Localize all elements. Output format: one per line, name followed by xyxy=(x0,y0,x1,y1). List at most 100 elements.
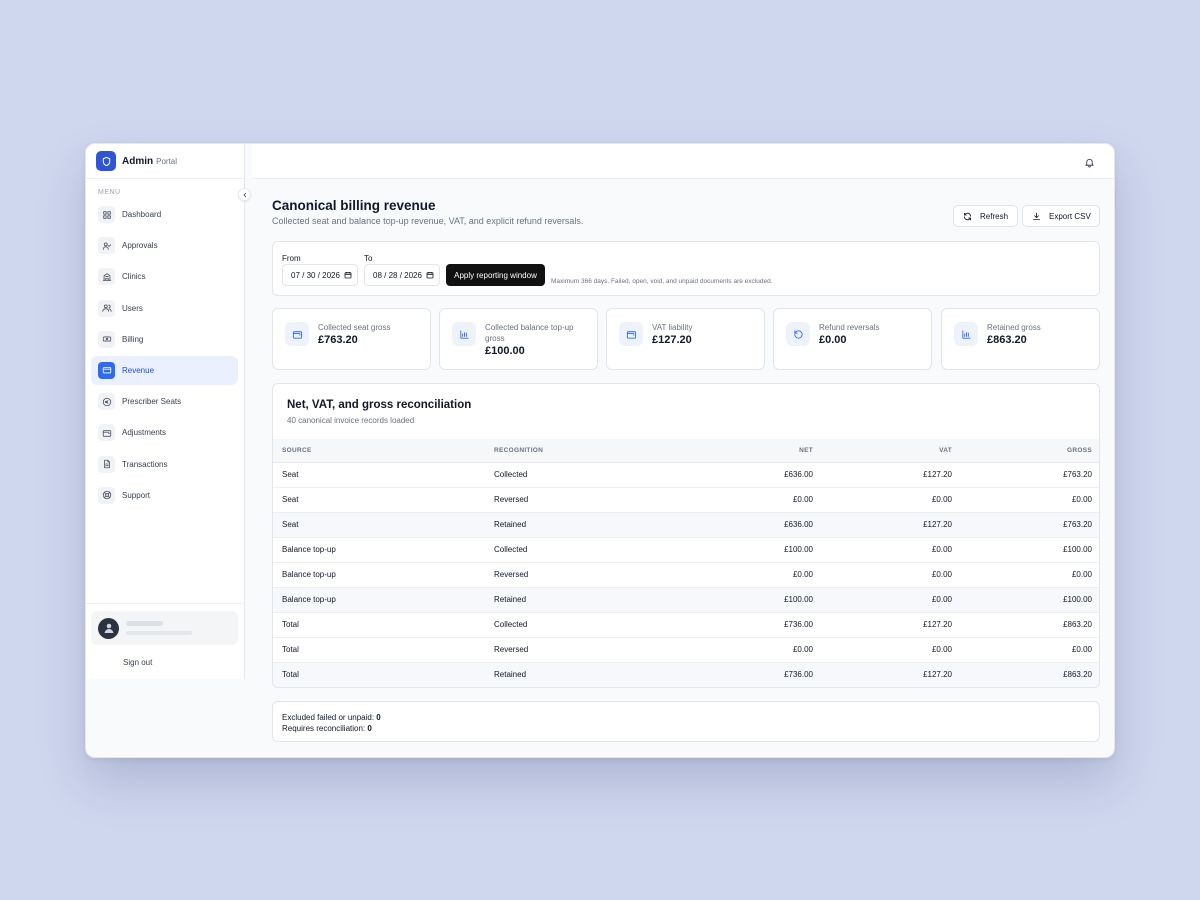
to-date-input[interactable]: 08 / 28 / 2026 xyxy=(364,264,440,286)
user-name-placeholder xyxy=(126,621,163,626)
table-header-row: SOURCE RECOGNITION NET VAT GROSS xyxy=(273,439,1099,463)
stat-value: £763.20 xyxy=(318,334,358,346)
column-header-vat: VAT xyxy=(822,439,961,463)
column-header-net: NET xyxy=(665,439,822,463)
sidebar-item-label: Adjustments xyxy=(122,428,167,438)
export-label: Export CSV xyxy=(1049,211,1091,221)
bell-icon[interactable] xyxy=(1084,155,1096,168)
stat-label: VAT liability xyxy=(652,323,693,332)
sidebar-item-clinics[interactable]: Clinics xyxy=(91,262,238,291)
table-row: Balance top-up Retained £100.00 £0.00 £100.0… xyxy=(273,587,1099,613)
cell-net: £0.00 xyxy=(665,562,822,588)
stat-label: Refund reversals xyxy=(819,323,880,332)
refresh-icon xyxy=(964,212,971,220)
calendar-icon xyxy=(344,272,352,279)
cell-recognition: Collected xyxy=(485,537,665,563)
cell-vat: £127.20 xyxy=(822,462,961,488)
dashboard-icon xyxy=(98,206,115,223)
shield-icon xyxy=(96,151,116,171)
cell-source: Seat xyxy=(273,487,485,513)
from-date-input[interactable]: 07 / 30 / 2026 xyxy=(282,264,358,286)
sidebar-divider xyxy=(86,603,245,604)
sidebar-item-billing[interactable]: Billing xyxy=(91,325,238,354)
sidebar-item-label: Support xyxy=(122,490,151,500)
table-row: Balance top-up Reversed £0.00 £0.00 £0.00 xyxy=(273,562,1099,588)
sidebar-item-label: Revenue xyxy=(122,365,155,375)
stat-value: £100.00 xyxy=(485,345,525,357)
collapse-sidebar-button[interactable] xyxy=(238,188,251,201)
export-csv-button[interactable]: Export CSV xyxy=(1022,205,1100,227)
cell-recognition: Collected xyxy=(485,612,665,638)
stat-label: Collected balance top-up gross xyxy=(485,323,574,343)
app-window: Admin Portal MENU Dashboard Approvals Clin… xyxy=(85,143,1115,758)
stat-card: VAT liability £127.20 xyxy=(606,308,765,370)
cell-source: Total xyxy=(273,662,485,687)
refresh-button[interactable]: Refresh xyxy=(953,205,1018,227)
sidebar-item-users[interactable]: Users xyxy=(91,294,238,323)
cell-recognition: Collected xyxy=(485,462,665,488)
menu-label: MENU xyxy=(98,189,121,196)
cell-recognition: Reversed xyxy=(485,637,665,663)
table-row: Total Collected £736.00 £127.20 £863.20 xyxy=(273,612,1099,638)
reconcile-value: 0 xyxy=(367,724,372,733)
sidebar-item-support[interactable]: Support xyxy=(91,481,238,510)
reconcile-label: Requires reconciliation: xyxy=(282,724,366,733)
users-icon xyxy=(98,299,115,317)
from-date-value: 07 / 30 / 2026 xyxy=(291,270,340,280)
apply-reporting-window-button[interactable]: Apply reporting window xyxy=(446,264,545,286)
stat-card: Refund reversals £0.00 xyxy=(773,308,932,370)
stat-card: Collected balance top-up gross £100.00 xyxy=(439,308,598,370)
reconcile-line: Requires reconciliation: 0 xyxy=(282,723,1090,734)
cell-recognition: Reversed xyxy=(485,487,665,513)
sidebar-item-revenue[interactable]: Revenue xyxy=(91,355,238,385)
stat-card: Collected seat gross £763.20 xyxy=(272,308,431,370)
sidebar-item-label: Clinics xyxy=(122,272,146,282)
user-check-icon xyxy=(98,237,115,255)
cell-gross: £100.00 xyxy=(961,537,1099,563)
table-row: Total Retained £736.00 £127.20 £863.20 xyxy=(273,662,1099,687)
stat-value: £863.20 xyxy=(987,334,1027,346)
sidebar-item-label: Billing xyxy=(122,334,144,344)
cell-net: £0.00 xyxy=(665,637,822,663)
cell-net: £636.00 xyxy=(665,462,822,488)
stat-cards: Collected seat gross £763.20 Collected bal… xyxy=(272,308,1100,370)
cell-source: Balance top-up xyxy=(273,587,485,613)
bar-chart-icon xyxy=(452,322,476,346)
cell-vat: £127.20 xyxy=(822,662,961,687)
exclusions-summary: Excluded failed or unpaid: 0 Requires re… xyxy=(272,701,1100,742)
credit-card-icon xyxy=(98,361,115,379)
billing-icon xyxy=(98,330,115,348)
sign-out-link[interactable]: Sign out xyxy=(123,658,152,667)
building-icon xyxy=(98,268,115,286)
cell-recognition: Retained xyxy=(485,512,665,538)
cell-vat: £0.00 xyxy=(822,562,961,588)
cell-gross: £863.20 xyxy=(961,612,1099,638)
sidebar-item-transactions[interactable]: Transactions xyxy=(91,450,238,479)
sidebar-item-adjustments[interactable]: Adjustments xyxy=(91,418,238,447)
cell-source: Total xyxy=(273,612,485,638)
cell-net: £636.00 xyxy=(665,512,822,538)
brand-name: Admin xyxy=(122,155,154,167)
reconciliation-title: Net, VAT, and gross reconciliation xyxy=(287,399,472,411)
cell-vat: £127.20 xyxy=(822,612,961,638)
cell-net: £736.00 xyxy=(665,612,822,638)
wallet-icon xyxy=(98,424,115,442)
cell-net: £736.00 xyxy=(665,662,822,687)
page-title: Canonical billing revenue xyxy=(272,198,436,213)
column-header-source: SOURCE xyxy=(273,439,485,463)
top-bar xyxy=(252,144,1114,179)
table-row: Seat Collected £636.00 £127.20 £763.20 xyxy=(273,462,1099,488)
sidebar-item-prescriber-seats[interactable]: Prescriber Seats xyxy=(91,387,238,416)
user-profile[interactable] xyxy=(91,611,238,645)
cell-vat: £0.00 xyxy=(822,487,961,513)
sidebar: Admin Portal MENU Dashboard Approvals Clin… xyxy=(86,144,245,679)
cell-source: Seat xyxy=(273,512,485,538)
user-email-placeholder xyxy=(126,631,192,635)
avatar xyxy=(98,617,119,639)
cell-gross: £763.20 xyxy=(961,462,1099,488)
sidebar-item-label: Dashboard xyxy=(122,210,162,219)
sidebar-item-dashboard[interactable]: Dashboard xyxy=(91,200,238,229)
sidebar-item-approvals[interactable]: Approvals xyxy=(91,231,238,260)
cell-source: Seat xyxy=(273,462,485,488)
support-icon xyxy=(98,486,115,504)
